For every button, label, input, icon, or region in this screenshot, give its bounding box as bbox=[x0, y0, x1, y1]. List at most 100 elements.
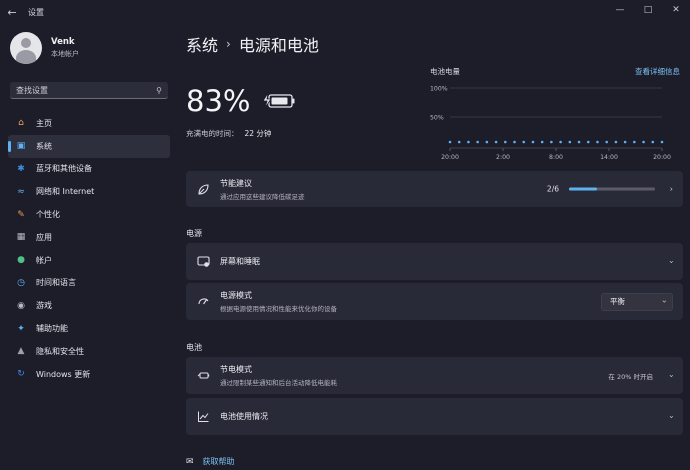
battery-chart-svg: 100% 50% 20:00 2:00 8:00 14:00 20:00 bbox=[430, 86, 671, 162]
x-tick-label: 14:00 bbox=[600, 154, 618, 161]
chevron-down-icon[interactable]: › bbox=[667, 374, 676, 377]
battery-level-bar bbox=[476, 140, 479, 144]
battery-usage-title: 电池使用情况 bbox=[220, 412, 268, 421]
sidebar-item-0[interactable]: ⌂ 主页 bbox=[8, 112, 170, 135]
sidebar-item-8[interactable]: ◉ 游戏 bbox=[8, 294, 170, 317]
battery-level-bar bbox=[596, 140, 599, 144]
search-input[interactable] bbox=[16, 85, 136, 95]
wifi-icon: ≈ bbox=[17, 186, 25, 197]
sidebar-item-2[interactable]: ✱ 蓝牙和其他设备 bbox=[8, 158, 170, 181]
battery-level-bar bbox=[586, 140, 590, 144]
energy-text: 节能建议 通过应用这些建议降低碳足迹 bbox=[220, 178, 305, 201]
x-tick-label: 20:00 bbox=[653, 154, 671, 161]
battery-level-bar bbox=[550, 140, 553, 144]
sidebar-item-7[interactable]: ◷ 时间和语言 bbox=[8, 272, 170, 295]
battery-saver-card[interactable]: 节电模式 通过限制某些通知和后台活动降低电能耗 在 20% 时开启 › bbox=[186, 357, 683, 394]
home-icon: ⌂ bbox=[18, 118, 24, 129]
gamepad-icon: ◉ bbox=[17, 300, 25, 311]
y-tick-label: 100% bbox=[430, 86, 448, 93]
get-help-link[interactable]: ✉ 获取帮助 bbox=[186, 456, 235, 467]
title-bar: ← 设置 — □ ✕ bbox=[0, 0, 690, 24]
main-content: 系统 › 电源和电池 83% 充满电的时间： 22 分钟 电池电量 查看详细信息 … bbox=[178, 24, 690, 470]
battery-saver-icon bbox=[196, 369, 210, 383]
battery-level-bar bbox=[642, 140, 645, 144]
sidebar-item-3[interactable]: ≈ 网络和 Internet bbox=[8, 180, 170, 203]
sidebar-item-5[interactable]: ▦ 应用 bbox=[8, 226, 170, 249]
user-names: Venk 本地帐户 bbox=[51, 37, 79, 59]
breadcrumb-parent[interactable]: 系统 bbox=[186, 32, 218, 56]
accessibility-icon: ✦ bbox=[17, 323, 25, 334]
battery-level-bar bbox=[522, 140, 526, 144]
sidebar-item-label: 时间和语言 bbox=[36, 278, 76, 288]
energy-progress-fill bbox=[569, 187, 598, 191]
get-help-label: 获取帮助 bbox=[202, 457, 235, 466]
chevron-down-icon[interactable]: › bbox=[667, 415, 676, 418]
power-mode-card: 电源模式 根据电源使用情况和性能来优化你的设备 平衡 › bbox=[186, 283, 683, 320]
sidebar-item-label: 应用 bbox=[36, 232, 52, 242]
chevron-down-icon[interactable]: › bbox=[667, 260, 676, 263]
sidebar-item-label: 游戏 bbox=[36, 301, 52, 311]
page-title: 电源和电池 bbox=[238, 36, 319, 55]
maximize-icon[interactable]: □ bbox=[634, 0, 662, 20]
sidebar: Venk 本地帐户 ⚲ ⌂ 主页 ▣ 系统 ✱ 蓝牙和其他设备 ≈ 网络和 Internet ✎… bbox=[0, 24, 178, 470]
energy-subtitle: 通过应用这些建议降低碳足迹 bbox=[220, 192, 305, 201]
battery-level-bar bbox=[485, 140, 489, 144]
power-mode-text: 电源模式 根据电源使用情况和性能来优化你的设备 bbox=[220, 290, 337, 313]
energy-recommendations-card[interactable]: 节能建议 通过应用这些建议降低碳足迹 2/6 › bbox=[186, 171, 683, 207]
power-mode-icon bbox=[196, 295, 210, 309]
full-charge-time: 充满电的时间： 22 分钟 bbox=[186, 128, 271, 139]
sidebar-item-11[interactable]: ↻ Windows 更新 bbox=[8, 363, 170, 386]
battery-level-bar bbox=[577, 140, 581, 144]
user-profile[interactable]: Venk 本地帐户 bbox=[10, 32, 79, 64]
battery-usage-card[interactable]: 电池使用情况 › bbox=[186, 398, 683, 435]
sidebar-item-label: 隐私和安全性 bbox=[36, 346, 84, 356]
avatar-body-shape bbox=[16, 50, 36, 64]
breadcrumb: 系统 › 电源和电池 bbox=[186, 32, 319, 56]
globe-clock-icon: ◷ bbox=[17, 277, 25, 288]
x-tick-label: 8:00 bbox=[549, 154, 563, 161]
full-charge-value: 22 分钟 bbox=[244, 129, 272, 138]
window-controls: — □ ✕ bbox=[606, 0, 690, 20]
sidebar-item-6[interactable]: ● 帐户 bbox=[8, 249, 170, 272]
sidebar-item-1[interactable]: ▣ 系统 bbox=[8, 134, 170, 158]
sidebar-item-9[interactable]: ✦ 辅助功能 bbox=[8, 317, 170, 340]
sidebar-item-label: 系统 bbox=[36, 141, 52, 151]
monitor-icon: ▣ bbox=[16, 141, 26, 152]
battery-level-bar bbox=[467, 140, 470, 144]
x-tick-label: 20:00 bbox=[441, 154, 459, 161]
energy-title: 节能建议 bbox=[220, 178, 252, 188]
sidebar-item-label: 蓝牙和其他设备 bbox=[36, 164, 92, 174]
sidebar-item-label: 帐户 bbox=[36, 255, 52, 265]
energy-progress-label: 2/6 bbox=[546, 184, 559, 194]
battery-level-bar bbox=[633, 140, 636, 144]
battery-level-bar bbox=[559, 140, 562, 144]
screen-sleep-card[interactable]: 屏幕和睡眠 › bbox=[186, 243, 683, 280]
section-power-heading: 电源 bbox=[186, 229, 202, 238]
battery-level-bar bbox=[568, 140, 572, 144]
apps-icon: ▦ bbox=[16, 232, 26, 243]
battery-charging-icon bbox=[262, 92, 296, 109]
chart-title: 电池电量 bbox=[430, 67, 460, 76]
view-details-link[interactable]: 查看详细信息 bbox=[635, 66, 680, 77]
search-box[interactable]: ⚲ bbox=[10, 82, 168, 99]
sidebar-item-4[interactable]: ✎ 个性化 bbox=[8, 203, 170, 226]
battery-level-bar bbox=[660, 140, 664, 144]
sidebar-item-10[interactable]: ▲ 隐私和安全性 bbox=[8, 340, 170, 363]
avatar bbox=[10, 32, 42, 64]
sidebar-item-label: 个性化 bbox=[36, 210, 60, 220]
minimize-icon[interactable]: — bbox=[606, 0, 634, 20]
sidebar-item-label: Windows 更新 bbox=[36, 369, 91, 379]
power-mode-title: 电源模式 bbox=[220, 291, 252, 300]
search-icon[interactable]: ⚲ bbox=[156, 86, 162, 95]
help-chat-icon: ✉ bbox=[186, 456, 194, 467]
battery-saver-status: 在 20% 时开启 bbox=[608, 372, 653, 381]
usage-chart-icon bbox=[196, 410, 210, 424]
back-arrow-icon[interactable]: ← bbox=[0, 0, 24, 24]
close-icon[interactable]: ✕ bbox=[662, 0, 690, 20]
power-mode-select[interactable]: 平衡 › bbox=[601, 292, 673, 311]
shield-icon: ▲ bbox=[17, 346, 25, 357]
power-mode-subtitle: 根据电源使用情况和性能来优化你的设备 bbox=[220, 305, 337, 313]
full-charge-label: 充满电的时间： bbox=[186, 129, 239, 138]
battery-level-bar bbox=[504, 140, 507, 144]
chevron-right-icon: › bbox=[226, 37, 231, 51]
